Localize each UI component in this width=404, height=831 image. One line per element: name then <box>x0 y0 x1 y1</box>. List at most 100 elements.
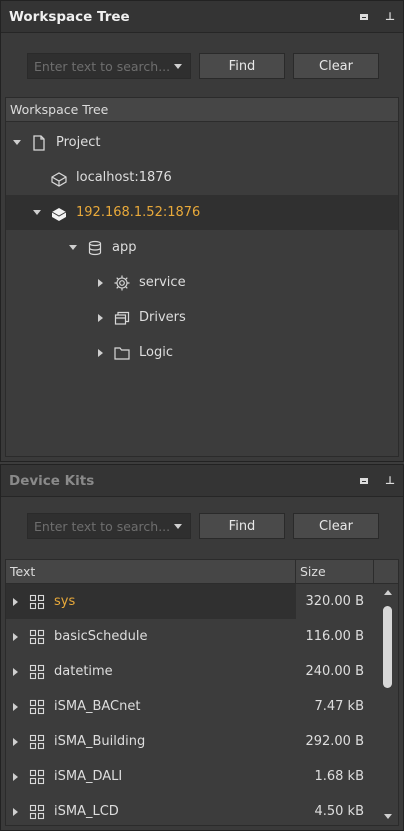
kit-size: 1.68 kB <box>314 769 364 784</box>
table-row[interactable]: iSMA_BACnet 7.47 kB <box>6 689 398 724</box>
tree-item-label: Logic <box>139 345 173 360</box>
database-icon <box>86 239 104 257</box>
expand-toggle[interactable] <box>10 772 20 782</box>
panel-header: Workspace Tree ⊥ <box>1 1 403 33</box>
scroll-up-icon[interactable] <box>384 590 392 595</box>
expand-toggle[interactable] <box>32 208 42 218</box>
kit-size: 4.50 kB <box>314 804 364 819</box>
maximize-icon <box>360 477 368 484</box>
kit-icon <box>28 663 46 681</box>
panel-title: Device Kits <box>9 472 95 489</box>
column-header-text[interactable]: Text <box>6 560 296 583</box>
clear-button[interactable]: Clear <box>293 513 379 539</box>
kit-size: 320.00 B <box>305 594 364 609</box>
expand-toggle[interactable] <box>10 702 20 712</box>
expand-toggle[interactable] <box>10 632 20 642</box>
search-row: Enter text to search... Find Clear <box>27 513 379 539</box>
expand-toggle[interactable] <box>10 597 20 607</box>
name-cell: datetime <box>6 654 296 689</box>
expand-toggle[interactable] <box>12 138 22 148</box>
tree-column-header: Workspace Tree <box>6 98 398 122</box>
kits-rows: sys 320.00 B basicSchedule 116.00 B date… <box>6 584 398 829</box>
table-header: Text Size <box>6 560 398 584</box>
panel-title: Workspace Tree <box>9 8 130 25</box>
tree-item-label: Project <box>56 135 101 150</box>
table-row[interactable]: iSMA_LCD 4.50 kB <box>6 794 398 829</box>
clear-button[interactable]: Clear <box>293 53 379 79</box>
kits-table: Text Size sys 320.00 B basicSchedule 116… <box>5 559 399 826</box>
table-row[interactable]: iSMA_Building 292.00 B <box>6 724 398 759</box>
tree-view: Workspace Tree Project localhost:1876 19… <box>5 97 399 457</box>
kit-name: sys <box>54 594 76 609</box>
kit-name: iSMA_DALI <box>54 769 123 784</box>
device-solid-icon <box>50 204 68 222</box>
name-cell: iSMA_BACnet <box>6 689 296 724</box>
tree-item-label: Drivers <box>139 310 186 325</box>
pin-icon: ⊥ <box>384 474 396 487</box>
pin-button[interactable]: ⊥ <box>377 465 403 497</box>
expand-toggle[interactable] <box>95 278 105 288</box>
search-input[interactable]: Enter text to search... <box>27 513 191 539</box>
scrollbar-thumb[interactable] <box>383 606 392 688</box>
name-cell: basicSchedule <box>6 619 296 654</box>
search-row: Enter text to search... Find Clear <box>27 53 379 79</box>
maximize-icon <box>360 13 368 20</box>
table-row[interactable]: basicSchedule 116.00 B <box>6 619 398 654</box>
file-icon <box>30 134 48 152</box>
kit-size: 7.47 kB <box>314 699 364 714</box>
tree-item-label: 192.168.1.52:1876 <box>76 205 201 220</box>
find-button[interactable]: Find <box>199 513 285 539</box>
table-row[interactable]: sys 320.00 B <box>6 584 398 619</box>
name-cell: sys <box>6 584 296 619</box>
kit-name: iSMA_LCD <box>54 804 119 819</box>
kit-name: iSMA_Building <box>54 734 146 749</box>
expand-toggle[interactable] <box>95 313 105 323</box>
maximize-button[interactable] <box>351 465 377 497</box>
find-button[interactable]: Find <box>199 53 285 79</box>
kit-icon <box>28 733 46 751</box>
device-kits-panel: Device Kits ⊥ Enter text to search... Fi… <box>0 464 404 831</box>
gear-icon <box>113 274 131 292</box>
tree-item-project[interactable]: Project <box>6 125 398 160</box>
kit-icon <box>28 593 46 611</box>
name-cell: iSMA_LCD <box>6 794 296 829</box>
column-header-size[interactable]: Size <box>296 560 374 583</box>
tree-item-localhost[interactable]: localhost:1876 <box>6 160 398 195</box>
kit-name: datetime <box>54 664 113 679</box>
chevron-down-icon[interactable] <box>174 523 182 529</box>
expand-toggle[interactable] <box>68 243 78 253</box>
tree-item-label: service <box>139 275 186 290</box>
kit-icon <box>28 768 46 786</box>
pin-icon: ⊥ <box>384 10 396 23</box>
panel-header: Device Kits ⊥ <box>1 465 403 497</box>
search-input[interactable]: Enter text to search... <box>27 53 191 79</box>
vertical-scrollbar[interactable] <box>378 584 398 825</box>
expand-toggle[interactable] <box>10 737 20 747</box>
tree-item-label: app <box>112 240 137 255</box>
name-cell: iSMA_DALI <box>6 759 296 794</box>
tree-item-drivers[interactable]: Drivers <box>6 300 398 335</box>
kit-size: 292.00 B <box>305 734 364 749</box>
pin-button[interactable]: ⊥ <box>377 1 403 33</box>
search-placeholder: Enter text to search... <box>34 518 170 534</box>
kit-size: 240.00 B <box>305 664 364 679</box>
tree-item-service[interactable]: service <box>6 265 398 300</box>
expand-toggle[interactable] <box>10 807 20 817</box>
expand-toggle[interactable] <box>95 348 105 358</box>
scroll-down-icon[interactable] <box>384 814 392 819</box>
name-cell: iSMA_Building <box>6 724 296 759</box>
tree-item-logic[interactable]: Logic <box>6 335 398 370</box>
kit-icon <box>28 628 46 646</box>
tree-item-label: localhost:1876 <box>76 170 172 185</box>
device-outline-icon <box>50 169 68 187</box>
table-row[interactable]: iSMA_DALI 1.68 kB <box>6 759 398 794</box>
tree-item-remote-device[interactable]: 192.168.1.52:1876 <box>6 195 398 230</box>
chevron-down-icon[interactable] <box>174 63 182 69</box>
drivers-icon <box>113 309 131 327</box>
search-placeholder: Enter text to search... <box>34 58 170 74</box>
table-row[interactable]: datetime 240.00 B <box>6 654 398 689</box>
kit-name: iSMA_BACnet <box>54 699 141 714</box>
tree-item-app[interactable]: app <box>6 230 398 265</box>
expand-toggle[interactable] <box>10 667 20 677</box>
maximize-button[interactable] <box>351 1 377 33</box>
